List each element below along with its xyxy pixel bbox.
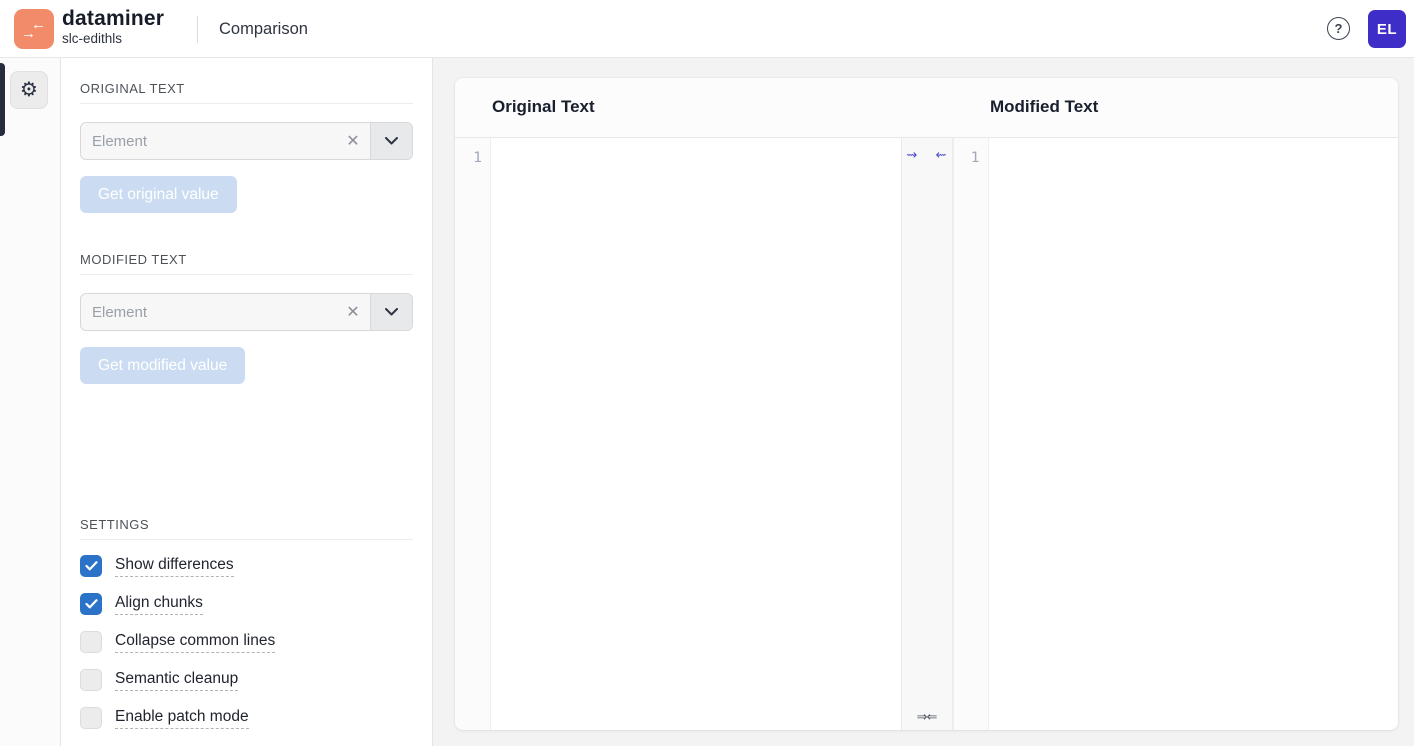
- get-modified-value-button[interactable]: Get modified value: [80, 347, 246, 384]
- comparison-card: Original Text Modified Text 1 ⇝ ⇜ ⇒⇐ 1: [455, 78, 1398, 730]
- sidebar: ORIGINAL TEXT ✕ Get original value MODIF…: [61, 58, 433, 746]
- original-element-combo: ✕: [80, 122, 413, 160]
- enable-patch-mode-checkbox[interactable]: [80, 707, 102, 729]
- copy-to-right-icon[interactable]: ⇝: [907, 148, 918, 161]
- check-icon: [84, 599, 98, 609]
- modified-element-input[interactable]: [81, 294, 336, 330]
- app-name: dataminer: [62, 7, 165, 30]
- section-divider: [80, 274, 413, 275]
- modified-text-section-title: MODIFIED TEXT: [80, 252, 187, 267]
- original-pane-title: Original Text: [492, 97, 595, 116]
- settings-button[interactable]: ⚙: [10, 71, 48, 109]
- setting-label[interactable]: Semantic cleanup: [115, 670, 239, 691]
- comparison-body: 1 ⇝ ⇜ ⇒⇐ 1: [455, 138, 1398, 730]
- merge-gutter: ⇝ ⇜ ⇒⇐: [900, 138, 953, 730]
- clear-icon[interactable]: ✕: [336, 294, 370, 330]
- setting-label[interactable]: Show differences: [115, 556, 234, 577]
- setting-label[interactable]: Align chunks: [115, 594, 203, 615]
- top-header: ← → dataminer slc-edithls Comparison ? E…: [0, 0, 1414, 58]
- header-divider: [197, 16, 198, 43]
- section-divider: [80, 539, 413, 540]
- gear-icon: ⚙: [20, 79, 38, 101]
- check-icon: [84, 561, 98, 571]
- original-element-input[interactable]: [81, 123, 336, 159]
- merge-controls: ⇝ ⇜: [902, 138, 952, 161]
- align-panes-icon[interactable]: ⇒⇐: [917, 709, 938, 725]
- section-divider: [80, 103, 413, 104]
- setting-row-align-chunks: Align chunks: [80, 592, 413, 616]
- modified-text-editor[interactable]: [988, 138, 1398, 730]
- chevron-down-icon[interactable]: [370, 123, 412, 159]
- original-line-number-gutter: 1: [455, 138, 491, 730]
- setting-label[interactable]: Enable patch mode: [115, 708, 249, 729]
- app-subtitle: slc-edithls: [62, 31, 123, 46]
- page-title: Comparison: [219, 20, 308, 38]
- copy-to-left-icon[interactable]: ⇜: [936, 148, 947, 161]
- user-avatar[interactable]: EL: [1368, 10, 1406, 48]
- original-text-editor[interactable]: [491, 138, 901, 730]
- modified-element-combo: ✕: [80, 293, 413, 331]
- modified-pane-title: Modified Text: [990, 97, 1099, 116]
- settings-section-title: SETTINGS: [80, 517, 150, 532]
- setting-row-enable-patch-mode: Enable patch mode: [80, 706, 413, 730]
- semantic-cleanup-checkbox[interactable]: [80, 669, 102, 691]
- comparison-card-header: Original Text Modified Text: [455, 78, 1398, 138]
- setting-row-collapse-common-lines: Collapse common lines: [80, 630, 413, 654]
- collapse-common-lines-checkbox[interactable]: [80, 631, 102, 653]
- original-text-section-title: ORIGINAL TEXT: [80, 81, 185, 96]
- clear-icon[interactable]: ✕: [336, 123, 370, 159]
- left-rail: ⚙: [0, 58, 61, 746]
- setting-row-semantic-cleanup: Semantic cleanup: [80, 668, 413, 692]
- setting-label[interactable]: Collapse common lines: [115, 632, 276, 653]
- help-icon[interactable]: ?: [1327, 17, 1350, 40]
- brand-block: dataminer slc-edithls: [62, 7, 164, 47]
- show-differences-checkbox[interactable]: [80, 555, 102, 577]
- chevron-down-icon[interactable]: [370, 294, 412, 330]
- modified-line-number-gutter: 1: [952, 138, 989, 730]
- drawer-handle[interactable]: [0, 63, 5, 136]
- logo-arrow-right-icon: →: [21, 25, 36, 42]
- align-chunks-checkbox[interactable]: [80, 593, 102, 615]
- setting-row-show-differences: Show differences: [80, 554, 413, 578]
- app-logo-icon[interactable]: ← →: [14, 9, 54, 49]
- get-original-value-button[interactable]: Get original value: [80, 176, 237, 213]
